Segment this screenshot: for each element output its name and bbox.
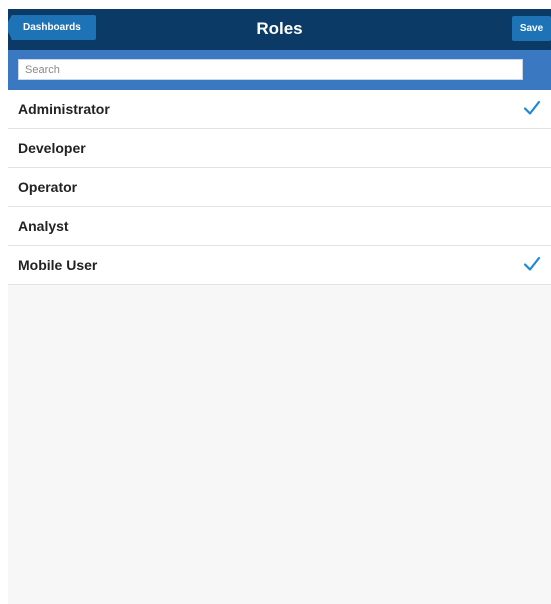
role-item-analyst[interactable]: Analyst bbox=[8, 207, 551, 246]
role-label: Analyst bbox=[18, 218, 69, 234]
role-label: Mobile User bbox=[18, 257, 98, 273]
role-item-mobile-user[interactable]: Mobile User bbox=[8, 246, 551, 285]
role-item-administrator[interactable]: Administrator bbox=[8, 90, 551, 129]
back-button-dashboards[interactable]: Dashboards bbox=[8, 15, 96, 40]
role-label: Administrator bbox=[18, 101, 110, 117]
search-bar bbox=[8, 50, 551, 90]
role-label: Operator bbox=[18, 179, 78, 195]
app-frame: Dashboards Roles Save Administrator Deve… bbox=[8, 9, 551, 604]
chevron-left-icon bbox=[8, 15, 12, 39]
navigation-bar: Dashboards Roles Save bbox=[8, 9, 551, 50]
save-button[interactable]: Save bbox=[512, 16, 551, 41]
role-item-operator[interactable]: Operator bbox=[8, 168, 551, 207]
check-icon bbox=[523, 256, 541, 271]
back-button-label: Dashboards bbox=[23, 22, 81, 33]
check-icon bbox=[523, 100, 541, 115]
role-item-developer[interactable]: Developer bbox=[8, 129, 551, 168]
role-label: Developer bbox=[18, 140, 86, 156]
search-input[interactable] bbox=[18, 59, 523, 80]
role-list: Administrator Developer Operator Analyst… bbox=[8, 90, 551, 285]
